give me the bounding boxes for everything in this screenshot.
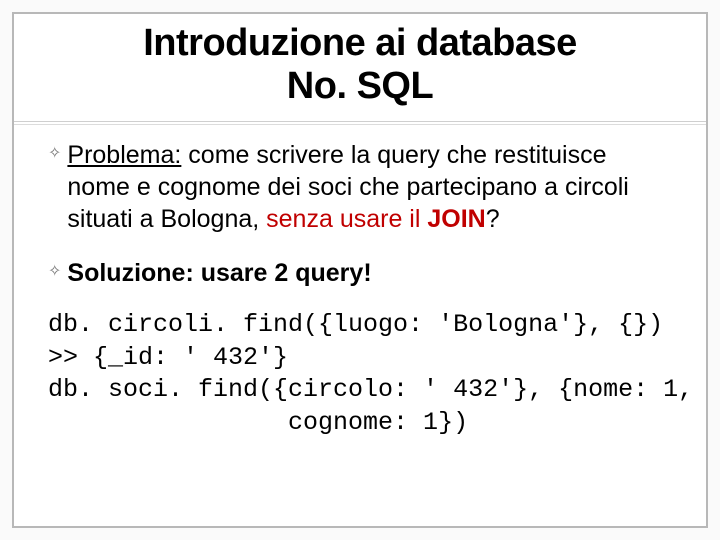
slide-title: Introduzione ai database No. SQL (34, 22, 686, 107)
bullet-item: ✧ Problema: come scrivere la query che r… (14, 129, 706, 235)
slide-frame: Introduzione ai database No. SQL ✧ Probl… (12, 12, 708, 528)
bullet-item: ✧ Soluzione: usare 2 query! (14, 235, 706, 289)
diamond-icon: ✧ (48, 257, 61, 287)
title-block: Introduzione ai database No. SQL (14, 14, 706, 121)
bullet-text: Problema: come scrivere la query che res… (67, 139, 674, 235)
divider (14, 121, 706, 122)
content-area: ✧ Problema: come scrivere la query che r… (14, 125, 706, 439)
title-line-1: Introduzione ai database (143, 22, 577, 64)
diamond-icon: ✧ (48, 139, 61, 169)
title-line-2: No. SQL (287, 65, 433, 107)
bullet-text: Soluzione: usare 2 query! (67, 257, 371, 289)
code-block: db. circoli. find({luogo: 'Bologna'}, {}… (14, 289, 706, 439)
